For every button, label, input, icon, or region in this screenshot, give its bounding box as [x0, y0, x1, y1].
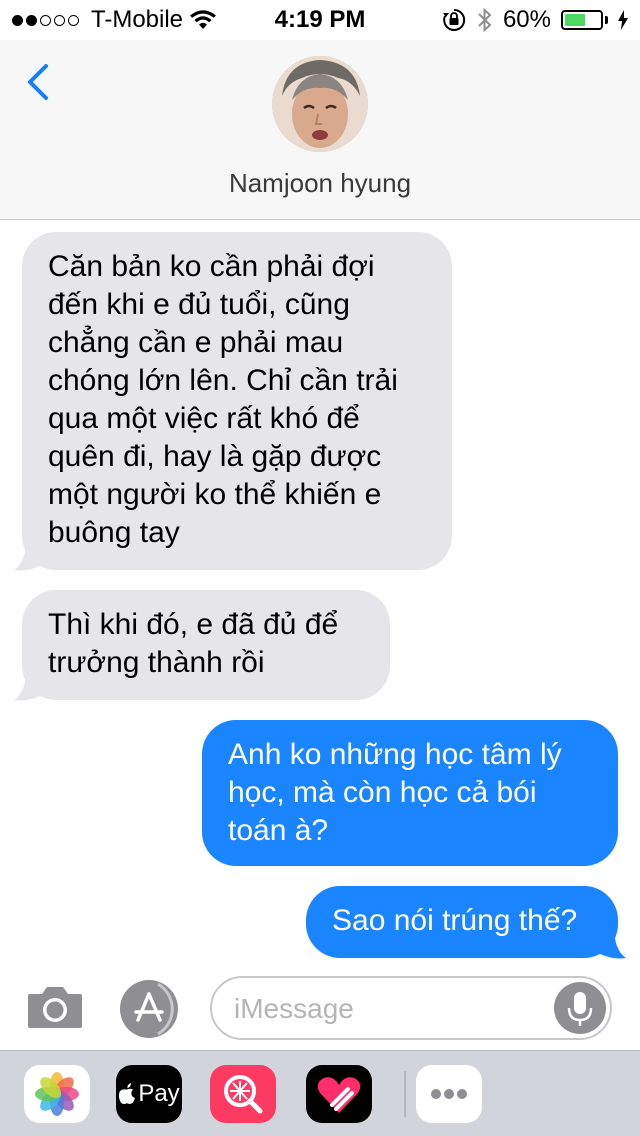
- app-store-icon[interactable]: [118, 978, 180, 1040]
- battery-icon: [561, 10, 603, 30]
- camera-icon[interactable]: [26, 982, 84, 1030]
- message-text: Sao nói trúng thế?: [332, 904, 578, 937]
- apple-pay-label: Pay: [138, 1080, 180, 1107]
- status-bar: T-Mobile 4:19 PM 60%: [0, 0, 640, 40]
- message-text: Anh ko những học tâm lý học, mà còn học …: [228, 738, 562, 847]
- digital-touch-icon[interactable]: [306, 1065, 372, 1123]
- microphone-icon: [567, 992, 593, 1026]
- orientation-lock-icon: [442, 8, 466, 31]
- message-input[interactable]: [232, 978, 556, 1040]
- bubble-tail: [14, 670, 40, 701]
- message-bubble-outgoing[interactable]: Sao nói trúng thế?: [306, 886, 618, 958]
- status-right: 60%: [441, 0, 628, 40]
- bubble-tail: [14, 540, 40, 571]
- battery-tip: [605, 16, 608, 24]
- message-bubble-incoming[interactable]: Căn bản ko cần phải đợi đến khi e đủ tuổ…: [22, 232, 452, 570]
- more-icon[interactable]: [416, 1065, 482, 1123]
- message-text: Căn bản ko cần phải đợi đến khi e đủ tuổ…: [48, 250, 398, 549]
- message-input-field[interactable]: [210, 976, 612, 1040]
- compose-bar: [0, 970, 640, 1050]
- bubble-tail: [600, 926, 626, 959]
- conversation-header: Namjoon hyung: [0, 40, 640, 220]
- drawer-separator: [404, 1071, 406, 1117]
- bluetooth-icon: [478, 7, 492, 33]
- contact-name[interactable]: Namjoon hyung: [0, 168, 640, 199]
- message-bubble-incoming[interactable]: Thì khi đó, e đã đủ để trưởng thành rồi: [22, 590, 390, 700]
- microphone-button[interactable]: [554, 982, 606, 1034]
- app-drawer: Pay: [0, 1050, 640, 1136]
- chevron-left-icon[interactable]: [22, 60, 62, 104]
- photos-icon[interactable]: [24, 1065, 90, 1123]
- message-bubble-outgoing[interactable]: Anh ko những học tâm lý học, mà còn học …: [202, 720, 618, 866]
- avatar-image: [272, 56, 368, 152]
- apple-pay-icon[interactable]: Pay: [116, 1065, 182, 1123]
- message-text: Thì khi đó, e đã đủ để trưởng thành rồi: [48, 608, 339, 679]
- avatar[interactable]: [272, 56, 368, 152]
- search-images-icon[interactable]: [210, 1065, 276, 1123]
- charging-bolt-icon: [618, 10, 628, 30]
- apple-logo-icon: [119, 1083, 136, 1104]
- battery-percent: 60%: [502, 6, 551, 33]
